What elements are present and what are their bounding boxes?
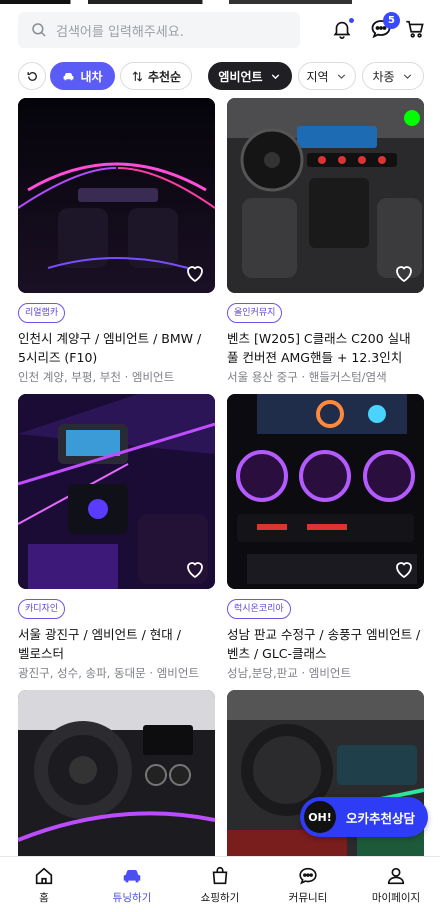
region-filter-chip[interactable]: 지역 [298, 62, 356, 90]
shop-tag: 리얼랩카 [18, 303, 66, 323]
person-icon [387, 867, 405, 884]
car-type-filter-label: 차종 [372, 69, 395, 84]
reset-filter-button[interactable] [18, 62, 46, 90]
shop-tag: 올인커뮤지 [227, 303, 283, 323]
shopping-bag-icon [212, 866, 228, 884]
app-screen: 검색어를 입력해주세요. 5 내차 추천순 엠비언트 지역 차종 리얼랩카 인천… [0, 0, 440, 912]
chat-bubble-icon [299, 867, 317, 884]
nav-home[interactable]: 홈 [0, 857, 88, 912]
heart-icon[interactable] [392, 261, 416, 285]
product-title: 서울 광진구 / 엠비언트 / 현대 / 벨로스터 [18, 627, 181, 661]
search-input[interactable]: 검색어를 입력해주세요. [18, 12, 300, 48]
heart-icon[interactable] [392, 557, 416, 581]
heart-icon[interactable] [183, 261, 207, 285]
product-photo [227, 98, 424, 293]
product-card[interactable]: 럭시온코리아 성남 판교 수정구 / 송풍구 엠비언트 / 벤츠 / GLC-클… [227, 394, 424, 681]
home-icon [35, 867, 53, 884]
car-type-filter-chip[interactable]: 차종 [362, 62, 424, 90]
oh-logo: OH! [304, 801, 336, 833]
sort-chip[interactable]: 추천순 [120, 62, 192, 90]
nav-home-label: 홈 [39, 891, 49, 904]
product-card[interactable]: 리얼랩카 인천시 계양구 / 엠비언트 / BMW / 5시리즈 (F10) 인… [18, 98, 215, 385]
chevron-down-icon [271, 73, 279, 79]
product-card[interactable]: 올인커뮤지 벤츠 [W205] C클래스 C200 실내 풀 컨버젼 AMG핸들… [227, 98, 424, 385]
cart-icon [406, 20, 424, 38]
product-title: 인천시 계양구 / 엠비언트 / BMW / 5시리즈 (F10) [18, 331, 202, 365]
product-photo [18, 98, 215, 293]
my-car-filter-label: 내차 [80, 69, 103, 84]
top-header: 검색어를 입력해주세요. 5 [0, 4, 440, 54]
nav-mypage-label: 마이페이지 [371, 891, 421, 904]
product-meta: 광진구, 성수, 송파, 동대문 · 엠비언트 [18, 666, 200, 680]
chat-button[interactable]: 5 [366, 12, 400, 44]
car-icon [64, 72, 74, 80]
bottom-navigation: 홈 튜닝하기 쇼핑하기 커뮤니티 마이페이지 [0, 856, 440, 912]
nav-shopping-label: 쇼핑하기 [200, 891, 240, 904]
product-meta: 인천 계양, 부평, 부천 · 엠비언트 [18, 370, 175, 384]
product-photo [227, 394, 424, 589]
ambient-category-chip[interactable]: 엠비언트 [208, 62, 292, 90]
ambient-category-label: 엠비언트 [218, 69, 263, 84]
shop-tag: 럭시온코리아 [227, 599, 291, 619]
product-meta: 서울 용산 중구 · 핸들커스텀/염색 [227, 370, 387, 384]
refresh-icon [27, 71, 37, 81]
nav-tuning-label: 튜닝하기 [112, 891, 152, 904]
product-meta: 성남,분당,판교 · 엠비언트 [227, 666, 352, 680]
shop-tag: 카디자인 [18, 599, 66, 619]
car-icon [123, 869, 141, 882]
my-car-filter-chip[interactable]: 내차 [50, 62, 115, 90]
notification-button[interactable] [327, 14, 357, 44]
product-title: 성남 판교 수정구 / 송풍구 엠비언트 / 벤츠 / GLC-클래스 [227, 627, 421, 661]
cart-button[interactable] [400, 14, 430, 44]
product-photo [18, 394, 215, 589]
nav-community-label: 커뮤니티 [288, 891, 328, 904]
filter-bar: 내차 추천순 엠비언트 지역 차종 [0, 60, 440, 92]
chevron-down-icon [337, 73, 345, 79]
product-card[interactable]: 카디자인 서울 광진구 / 엠비언트 / 현대 / 벨로스터 광진구, 성수, … [18, 394, 215, 681]
chevron-down-icon [403, 73, 411, 79]
search-placeholder: 검색어를 입력해주세요. [56, 24, 184, 40]
heart-icon[interactable] [183, 557, 207, 581]
notification-dot [349, 18, 354, 23]
region-filter-label: 지역 [306, 69, 329, 84]
nav-shopping[interactable]: 쇼핑하기 [176, 857, 264, 912]
ocar-consult-button[interactable]: OH! 오카추천상담 [300, 797, 428, 837]
sort-arrows-icon [132, 70, 143, 82]
consult-label: 오카추천상담 [346, 810, 416, 826]
sort-label: 추천순 [147, 69, 182, 84]
nav-community[interactable]: 커뮤니티 [264, 857, 352, 912]
product-title: 벤츠 [W205] C클래스 C200 실내 풀 컨버젼 AMG핸들 + 12.… [227, 331, 411, 365]
nav-tuning[interactable]: 튜닝하기 [88, 857, 176, 912]
chat-badge: 5 [383, 12, 400, 29]
search-icon [32, 23, 46, 37]
nav-mypage[interactable]: 마이페이지 [352, 857, 440, 912]
